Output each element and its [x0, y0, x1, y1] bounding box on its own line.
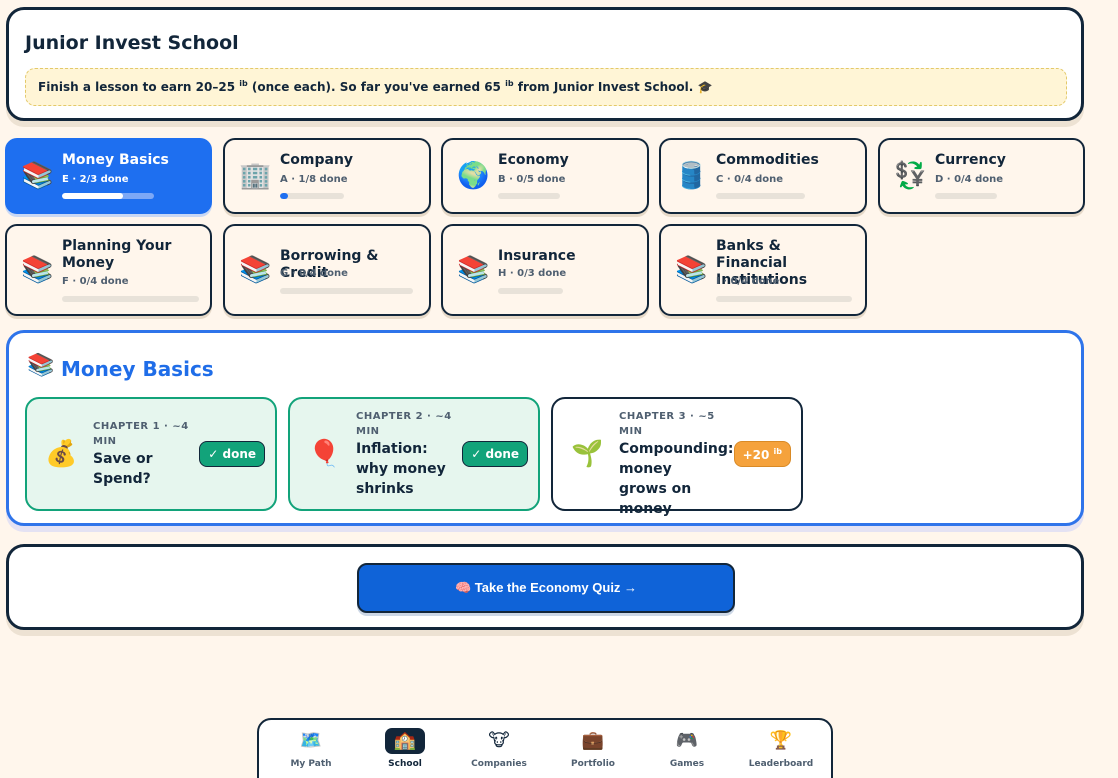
topic-name: Commodities	[716, 152, 819, 168]
gamepad-icon: 🎮	[675, 730, 699, 751]
reward-amount: +20	[742, 448, 770, 462]
topic-progress-text: D · 0/4 done	[935, 174, 1004, 185]
chapter-title: Inflation: why money shrinks	[356, 441, 446, 497]
topic-name: Insurance	[498, 248, 576, 264]
earnings-note: Finish a lesson to earn 20–25 ib (once e…	[25, 68, 1067, 106]
coin-unit: ib	[773, 447, 782, 456]
trophy-icon: 🏆	[769, 730, 793, 751]
currency-exchange-icon: 💱	[894, 161, 927, 191]
topic-progress-bar	[280, 288, 413, 294]
note-text-2: (once each). So far you've earned 65	[251, 80, 501, 94]
nav-label: Companies	[471, 759, 527, 769]
nav-label: Games	[669, 759, 705, 769]
topic-progress-text: C · 0/4 done	[716, 174, 784, 185]
topic-progress-text: F · 0/4 done	[62, 276, 129, 287]
topic-card-borrowing-credit[interactable]: 📚 Borrowing & Credit G · 0/4 done	[223, 224, 431, 316]
nav-school[interactable]: 🏫 School	[360, 728, 450, 778]
topic-progress-bar	[716, 296, 852, 302]
topic-progress-bar	[935, 193, 997, 199]
note-text-3: from Junior Invest School.	[517, 80, 694, 94]
cow-icon: 🐮	[488, 730, 510, 751]
topic-progress-bar	[498, 193, 560, 199]
topic-name: Economy	[498, 152, 569, 168]
books-icon: 📚	[21, 255, 54, 285]
coin-unit: ib	[505, 79, 514, 88]
books-icon: 📚	[675, 255, 708, 285]
page-title: Junior Invest School	[25, 32, 239, 54]
reward-badge: +20 ib	[733, 441, 791, 467]
topic-name: Company	[280, 152, 354, 168]
school-header: Junior Invest School Finish a lesson to …	[6, 7, 1084, 121]
nav-my-path[interactable]: 🗺️ My Path	[266, 728, 356, 778]
chapter-title: Compounding: money grows on money	[619, 441, 734, 517]
office-building-icon: 🏢	[239, 161, 272, 191]
quiz-panel: 🧠 Take the Economy Quiz →	[6, 544, 1084, 630]
chapter-meta: CHAPTER 3 · ~5 MIN	[619, 411, 715, 437]
map-icon: 🗺️	[299, 730, 323, 751]
briefcase-icon: 💼	[581, 730, 605, 751]
topic-card-banks-financial-institutions[interactable]: 📚 Banks & Financial Institutions I · 0/4…	[659, 224, 867, 316]
books-icon: 📚	[457, 255, 490, 285]
balloon-icon: 🎈	[308, 439, 341, 469]
topic-card-economy[interactable]: 🌍 Economy B · 0/5 done	[441, 138, 649, 214]
topic-card-company[interactable]: 🏢 Company A · 1/8 done	[223, 138, 431, 214]
school-icon: 🏫	[385, 728, 425, 754]
done-badge: ✓ done	[199, 441, 265, 467]
seedling-icon: 🌱	[571, 439, 604, 469]
oil-drum-icon: 🛢️	[675, 161, 708, 191]
topic-card-insurance[interactable]: 📚 Insurance H · 0/3 done	[441, 224, 649, 316]
topic-card-money-basics[interactable]: 📚 Money Basics E · 2/3 done	[5, 138, 212, 214]
nav-portfolio[interactable]: 💼 Portfolio	[548, 728, 638, 778]
topic-progress-bar	[62, 193, 154, 199]
nav-label: Leaderboard	[748, 759, 814, 769]
selected-topic-panel: 📚 Money Basics 💰 CHAPTER 1 · ~4 MIN Save…	[6, 330, 1084, 526]
coin-unit: ib	[239, 79, 248, 88]
nav-label: My Path	[290, 759, 332, 769]
books-icon: 📚	[239, 255, 272, 285]
chapter-title: Save or Spend?	[93, 451, 153, 487]
nav-label: Portfolio	[571, 759, 615, 769]
take-quiz-button[interactable]: 🧠 Take the Economy Quiz →	[357, 563, 735, 613]
topic-name: Money Basics	[62, 152, 169, 168]
bottom-nav: 🗺️ My Path 🏫 School 🐮 Companies 💼 Portfo…	[257, 718, 833, 778]
topic-progress-bar	[498, 288, 563, 294]
graduation-cap-icon: 🎓	[697, 80, 713, 94]
topic-card-currency[interactable]: 💱 Currency D · 0/4 done	[878, 138, 1085, 214]
globe-icon: 🌍	[457, 161, 490, 191]
progress-fill	[62, 193, 124, 199]
topic-progress-bar	[716, 193, 805, 199]
topic-progress-text: B · 0/5 done	[498, 174, 566, 185]
topic-progress-text: A · 1/8 done	[280, 174, 348, 185]
nav-label: School	[388, 759, 422, 769]
chapter-meta: CHAPTER 1 · ~4 MIN	[93, 421, 189, 447]
topic-progress-text: H · 0/3 done	[498, 268, 567, 279]
money-bag-icon: 💰	[45, 439, 78, 469]
topic-name: Planning Your Money	[62, 238, 172, 271]
progress-fill	[280, 193, 288, 199]
chapter-card-2[interactable]: 🎈 CHAPTER 2 · ~4 MIN Inflation: why mone…	[288, 397, 540, 511]
chapter-card-3[interactable]: 🌱 CHAPTER 3 · ~5 MIN Compounding: money …	[551, 397, 803, 517]
books-icon: 📚	[21, 161, 54, 191]
selected-topic-title: Money Basics	[61, 357, 214, 381]
topic-progress-bar	[62, 296, 199, 302]
note-text-1: Finish a lesson to earn 20–25	[38, 80, 236, 94]
topic-progress-text: G · 0/4 done	[280, 268, 348, 279]
nav-leaderboard[interactable]: 🏆 Leaderboard	[736, 728, 826, 778]
topic-card-commodities[interactable]: 🛢️ Commodities C · 0/4 done	[659, 138, 867, 214]
topic-progress-text: I · 0/4 done	[716, 276, 780, 287]
nav-companies[interactable]: 🐮 Companies	[454, 728, 544, 778]
done-badge: ✓ done	[462, 441, 528, 467]
chapter-meta: CHAPTER 2 · ~4 MIN	[356, 411, 452, 437]
books-icon: 📚	[27, 353, 55, 378]
chapter-card-1[interactable]: 💰 CHAPTER 1 · ~4 MIN Save or Spend? ✓ do…	[25, 397, 277, 511]
topic-name: Currency	[935, 152, 1006, 168]
nav-games[interactable]: 🎮 Games	[642, 728, 732, 778]
topic-card-planning-your-money[interactable]: 📚 Planning Your Money F · 0/4 done	[5, 224, 212, 316]
topic-progress-text: E · 2/3 done	[62, 174, 129, 185]
topic-progress-bar	[280, 193, 344, 199]
